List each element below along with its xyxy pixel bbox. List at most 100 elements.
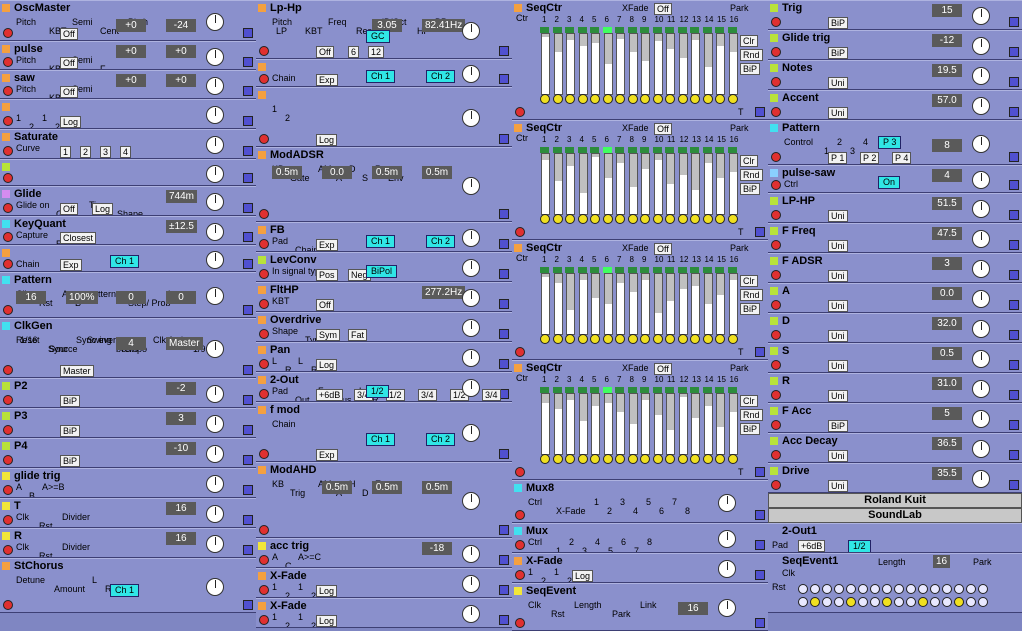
- module-toggle-button[interactable]: Off: [60, 203, 78, 215]
- step-gate-jack[interactable]: [602, 94, 613, 104]
- mode-selector-button[interactable]: Ch 1: [366, 235, 396, 248]
- module-toggle-button[interactable]: Off: [60, 28, 78, 40]
- module-toggle-button[interactable]: 6: [348, 46, 360, 58]
- parameter-knob[interactable]: [206, 12, 224, 31]
- step-gate-jack[interactable]: [540, 214, 550, 224]
- mode-selector-button[interactable]: Ch 1: [110, 255, 140, 268]
- step-gate-jack[interactable]: [602, 214, 613, 224]
- mode-selector-button[interactable]: GC: [366, 30, 390, 43]
- module-toggle-button[interactable]: P 4: [892, 152, 912, 164]
- step-level-slider[interactable]: [678, 393, 688, 455]
- input-jack[interactable]: [259, 299, 269, 309]
- step-gate-jack[interactable]: [715, 454, 725, 464]
- input-jack[interactable]: [771, 180, 781, 190]
- input-jack[interactable]: [259, 555, 269, 565]
- parameter-knob[interactable]: [718, 599, 736, 617]
- step-level-slider[interactable]: [653, 393, 663, 455]
- step-gate-jack[interactable]: [615, 454, 625, 464]
- module-menu-icon[interactable]: [770, 64, 778, 72]
- input-jack[interactable]: [3, 455, 13, 465]
- module-menu-icon[interactable]: [2, 133, 10, 141]
- event-step-button[interactable]: [966, 584, 976, 594]
- module-toggle-button[interactable]: Exp: [316, 74, 338, 86]
- output-jack[interactable]: [499, 585, 509, 595]
- step-gate-jack[interactable]: [590, 454, 600, 464]
- input-jack[interactable]: [771, 152, 781, 162]
- module-menu-icon[interactable]: [514, 527, 522, 535]
- input-jack[interactable]: [771, 47, 781, 57]
- output-jack[interactable]: [1009, 330, 1019, 340]
- module-toggle-button[interactable]: BiP: [828, 17, 849, 29]
- step-gate-jack[interactable]: [640, 214, 650, 224]
- parameter-knob[interactable]: [462, 492, 480, 510]
- step-level-slider[interactable]: [603, 153, 613, 215]
- step-gate-jack[interactable]: [590, 334, 600, 344]
- output-jack[interactable]: [1009, 390, 1019, 400]
- input-jack[interactable]: [3, 232, 13, 242]
- module-menu-icon[interactable]: [2, 163, 10, 171]
- parameter-knob[interactable]: [462, 349, 480, 367]
- parameter-knob[interactable]: [972, 230, 990, 248]
- parameter-knob[interactable]: [462, 229, 480, 247]
- parameter-knob[interactable]: [206, 445, 224, 463]
- event-step-button[interactable]: [870, 584, 880, 594]
- module-toggle-button[interactable]: Log: [316, 615, 338, 627]
- step-gate-jack[interactable]: [702, 214, 713, 224]
- sequencer-clr-button[interactable]: Clr: [740, 275, 758, 287]
- output-jack[interactable]: [1009, 17, 1019, 27]
- step-gate-jack[interactable]: [590, 214, 600, 224]
- step-gate-jack[interactable]: [640, 454, 650, 464]
- output-jack[interactable]: [243, 515, 253, 525]
- output-jack[interactable]: [243, 259, 253, 269]
- module-toggle-button[interactable]: Log: [316, 359, 338, 371]
- event-step-button[interactable]: [930, 584, 940, 594]
- output-jack[interactable]: [1009, 77, 1019, 87]
- output-jack[interactable]: [243, 455, 253, 465]
- module-toggle-button[interactable]: Uni: [828, 300, 848, 312]
- event-step-button[interactable]: [894, 597, 904, 607]
- sequencer-clr-button[interactable]: Clr: [740, 155, 758, 167]
- parameter-knob[interactable]: [972, 171, 990, 189]
- module-menu-icon[interactable]: [514, 4, 522, 12]
- output-jack[interactable]: [499, 615, 509, 625]
- mode-selector-button[interactable]: BiPol: [366, 265, 398, 278]
- parameter-knob[interactable]: [972, 350, 990, 368]
- step-gate-jack[interactable]: [615, 334, 625, 344]
- parameter-knob[interactable]: [206, 577, 224, 596]
- output-jack[interactable]: [243, 600, 253, 610]
- step-gate-jack[interactable]: [640, 334, 650, 344]
- step-gate-jack[interactable]: [677, 334, 688, 344]
- input-jack[interactable]: [771, 420, 781, 430]
- step-gate-jack[interactable]: [577, 334, 588, 344]
- xfade-toggle-button[interactable]: Off: [654, 123, 672, 135]
- module-menu-icon[interactable]: [2, 249, 10, 257]
- event-step-button[interactable]: [966, 597, 976, 607]
- output-jack[interactable]: [243, 203, 253, 213]
- step-level-slider[interactable]: [566, 273, 575, 335]
- module-menu-icon[interactable]: [258, 91, 266, 99]
- step-level-slider[interactable]: [553, 33, 563, 95]
- event-step-button[interactable]: [870, 597, 880, 607]
- module-toggle-button[interactable]: 3/4: [418, 389, 437, 401]
- mode-selector-button[interactable]: Ch 1: [366, 70, 396, 83]
- module-toggle-button[interactable]: Uni: [828, 330, 848, 342]
- event-step-button[interactable]: [858, 584, 868, 594]
- step-level-slider[interactable]: [641, 33, 650, 95]
- input-jack[interactable]: [771, 390, 781, 400]
- input-jack[interactable]: [3, 305, 13, 315]
- step-gate-jack[interactable]: [627, 334, 638, 344]
- sequencer-rnd-button[interactable]: Rnd: [740, 289, 763, 301]
- input-jack[interactable]: [3, 173, 13, 183]
- module-menu-icon[interactable]: [770, 347, 778, 355]
- parameter-knob[interactable]: [462, 21, 480, 40]
- step-gate-jack[interactable]: [665, 334, 675, 344]
- module-toggle-button[interactable]: +6dB: [316, 389, 344, 401]
- output-jack[interactable]: [243, 232, 253, 242]
- step-gate-jack[interactable]: [540, 334, 550, 344]
- module-menu-icon[interactable]: [770, 257, 778, 265]
- output-jack[interactable]: [243, 146, 253, 156]
- parameter-knob[interactable]: [718, 493, 736, 512]
- parameter-knob[interactable]: [462, 379, 480, 397]
- module-toggle-button[interactable]: 4: [120, 146, 132, 158]
- output-jack[interactable]: [1009, 270, 1019, 280]
